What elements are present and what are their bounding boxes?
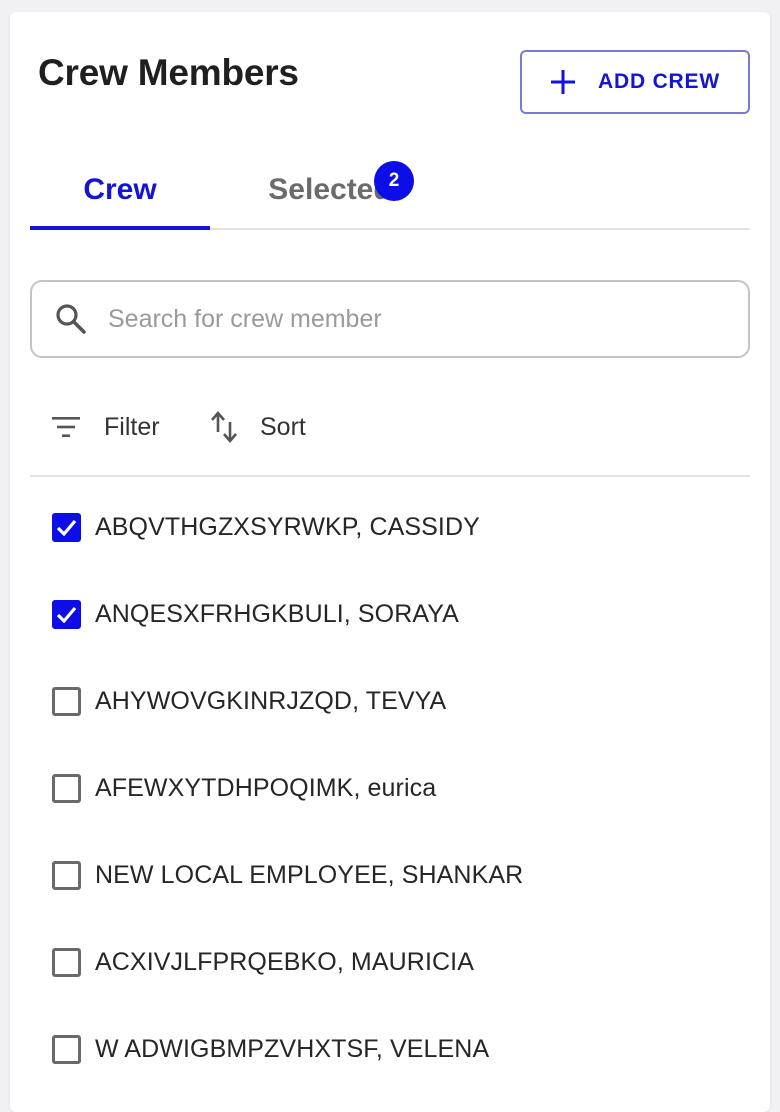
- active-tab-indicator: [30, 226, 210, 230]
- checkbox[interactable]: [52, 513, 81, 542]
- filter-button[interactable]: Filter: [50, 397, 160, 457]
- checkbox[interactable]: [52, 1035, 81, 1064]
- search-icon: [56, 304, 86, 334]
- list-item[interactable]: ACXIVJLFPRQEBKO, MAURICIA: [30, 919, 750, 1006]
- sort-button[interactable]: Sort: [210, 397, 306, 457]
- crew-member-name: ANQESXFRHGKBULI, SORAYA: [95, 600, 459, 628]
- check-icon: [56, 519, 77, 536]
- plus-icon: [551, 70, 576, 94]
- list-item[interactable]: ABQVTHGZXSYRWKP, CASSIDY: [30, 484, 750, 571]
- filter-label: Filter: [104, 412, 160, 441]
- checkbox[interactable]: [52, 600, 81, 629]
- crew-member-name: AHYWOVGKINRJZQD, TEVYA: [95, 687, 447, 715]
- list-divider: [30, 475, 750, 477]
- list-item[interactable]: NEW LOCAL EMPLOYEE, SHANKAR: [30, 832, 750, 919]
- search-field[interactable]: [30, 280, 750, 358]
- check-icon: [56, 606, 77, 623]
- list-item[interactable]: AFEWXYTDHPOQIMK, eurica: [30, 745, 750, 832]
- crew-member-name: ABQVTHGZXSYRWKP, CASSIDY: [95, 513, 480, 541]
- list-item[interactable]: ANQESXFRHGKBULI, SORAYA: [30, 571, 750, 658]
- list-item[interactable]: W ADWIGBMPZVHXTSF, VELENA: [30, 1006, 750, 1093]
- search-input[interactable]: [108, 304, 708, 334]
- add-crew-button[interactable]: ADD CREW: [520, 50, 750, 114]
- page-title: Crew Members: [38, 52, 299, 93]
- sort-arrows-icon: [211, 411, 237, 443]
- tab-bar: Crew Selected 2: [30, 152, 750, 230]
- checkbox[interactable]: [52, 687, 81, 716]
- filter-icon: [52, 417, 80, 437]
- crew-member-name: NEW LOCAL EMPLOYEE, SHANKAR: [95, 861, 524, 889]
- crew-member-name: W ADWIGBMPZVHXTSF, VELENA: [95, 1035, 490, 1063]
- crew-members-panel: Crew Members ADD CREW Crew Selected 2 Se…: [10, 12, 770, 1112]
- tab-crew-label: Crew: [83, 173, 157, 206]
- crew-member-name: AFEWXYTDHPOQIMK, eurica: [95, 774, 437, 802]
- checkbox[interactable]: [52, 948, 81, 977]
- list-item[interactable]: AHYWOVGKINRJZQD, TEVYA: [30, 658, 750, 745]
- checkbox[interactable]: [52, 861, 81, 890]
- selected-count-badge: 2: [374, 161, 414, 201]
- crew-member-name: ACXIVJLFPRQEBKO, MAURICIA: [95, 948, 474, 976]
- crew-list: ABQVTHGZXSYRWKP, CASSIDY ANQESXFRHGKBULI…: [30, 484, 750, 1093]
- list-toolbar: Filter Sort: [30, 397, 750, 457]
- add-crew-label: ADD CREW: [598, 70, 720, 93]
- checkbox[interactable]: [52, 774, 81, 803]
- sort-label: Sort: [260, 412, 306, 441]
- tab-crew[interactable]: Crew: [30, 152, 210, 228]
